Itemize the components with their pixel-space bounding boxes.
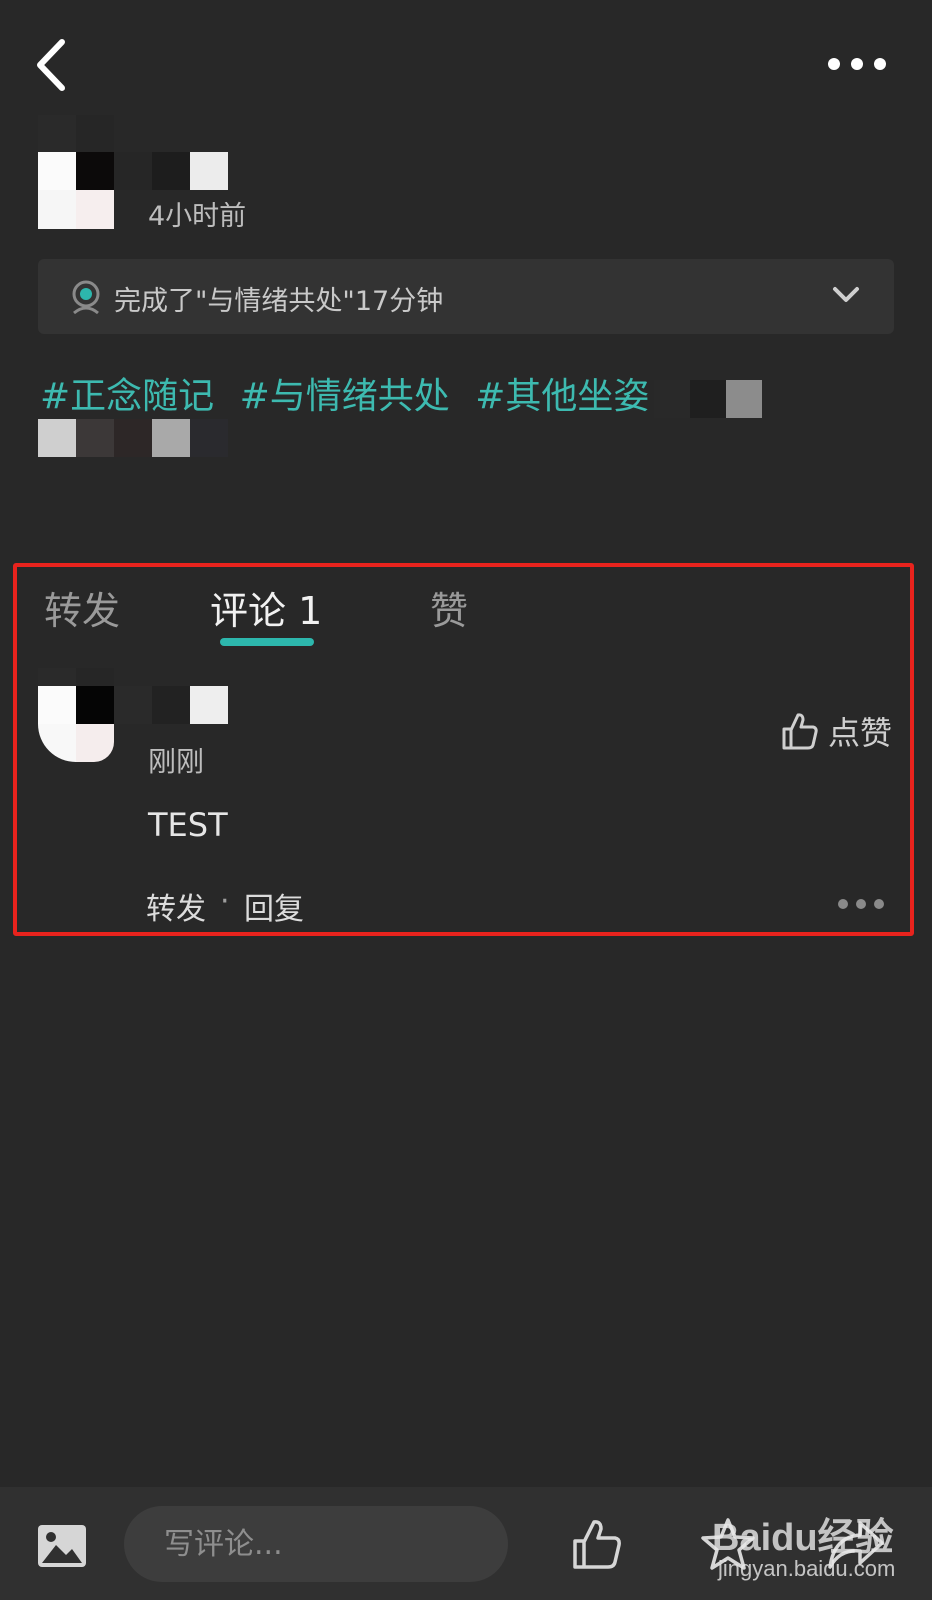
comment-time: 刚刚 — [148, 745, 205, 778]
author-name-obscured[interactable] — [114, 115, 228, 191]
back-arrow-icon — [37, 39, 65, 91]
commenter-avatar[interactable] — [38, 668, 114, 762]
more-dots-icon — [828, 58, 886, 70]
watermark-url: jingyan.baidu.com — [718, 1556, 896, 1581]
comment-input[interactable] — [124, 1506, 508, 1582]
obscured-content-tail — [654, 380, 762, 418]
post-detail-screen: 4小时前 完成了"与情绪共处"17分钟 #正念随记 #与情绪共处 #其他坐姿 转… — [0, 0, 932, 1600]
activity-text: 完成了"与情绪共处"17分钟 — [114, 286, 444, 317]
hashtag-item[interactable]: #正念随记 — [40, 376, 214, 417]
tab-likes[interactable]: 赞 — [430, 580, 468, 635]
hashtag-list: #正念随记 #与情绪共处 #其他坐姿 — [40, 367, 663, 419]
comment-repost-link[interactable]: 转发 — [146, 884, 206, 928]
tab-comments[interactable]: 评论 1 — [210, 580, 322, 635]
activity-card[interactable]: 完成了"与情绪共处"17分钟 — [38, 259, 894, 334]
thumbs-up-icon — [573, 1520, 621, 1569]
comment-more-button[interactable] — [836, 896, 886, 910]
comment-action-separator: · — [220, 884, 230, 919]
baidu-watermark: Baidu经验 jingyan.baidu.com — [700, 1506, 900, 1596]
more-dots-icon — [838, 899, 884, 909]
comment-like-button[interactable]: 点赞 — [780, 710, 892, 752]
back-button[interactable] — [30, 30, 80, 100]
watermark-logo: Baidu经验 — [712, 1517, 894, 1559]
meditation-icon — [72, 280, 100, 315]
obscured-content-line — [38, 419, 228, 457]
add-image-button[interactable] — [36, 1523, 88, 1569]
post-time: 4小时前 — [148, 201, 247, 232]
tab-reposts[interactable]: 转发 — [44, 580, 120, 635]
image-icon — [38, 1525, 86, 1567]
chevron-down-icon — [833, 287, 859, 302]
comment-reply-link[interactable]: 回复 — [244, 884, 304, 928]
comment-like-label: 点赞 — [827, 714, 892, 752]
thumbs-up-icon — [782, 713, 818, 750]
comment-body: TEST — [148, 806, 228, 844]
author-avatar[interactable] — [38, 115, 114, 229]
commenter-name-obscured[interactable] — [114, 686, 228, 724]
hashtag-item[interactable]: #与情绪共处 — [240, 376, 450, 417]
like-post-button[interactable] — [570, 1517, 624, 1571]
active-tab-indicator — [220, 638, 314, 646]
hashtag-item[interactable]: #其他坐姿 — [475, 376, 649, 417]
more-options-button[interactable] — [822, 50, 892, 78]
